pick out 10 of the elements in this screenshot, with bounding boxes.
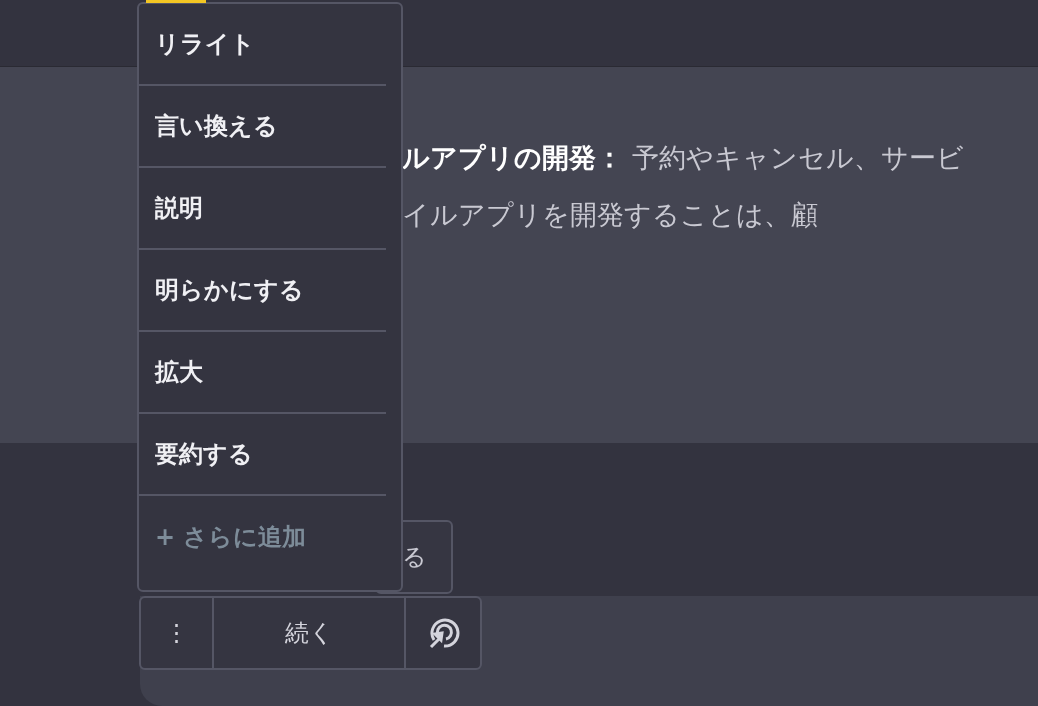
accent-bar (146, 0, 206, 3)
more-button[interactable]: ⋮ (141, 598, 214, 668)
menu-item[interactable]: 説明 (139, 168, 386, 250)
menu-item[interactable]: 明らかにする (139, 250, 386, 332)
paragraph-line: ルアプリの開発： 予約やキャンセル、サービ (402, 141, 965, 175)
menu-item[interactable]: 拡大 (139, 332, 386, 414)
continue-button[interactable]: 続く (214, 598, 406, 668)
paragraph-line: イルアプリを開発することは、顧 (402, 198, 819, 232)
menu-item[interactable]: 要約する (139, 414, 386, 496)
menu-item[interactable]: 言い換える (139, 86, 386, 168)
